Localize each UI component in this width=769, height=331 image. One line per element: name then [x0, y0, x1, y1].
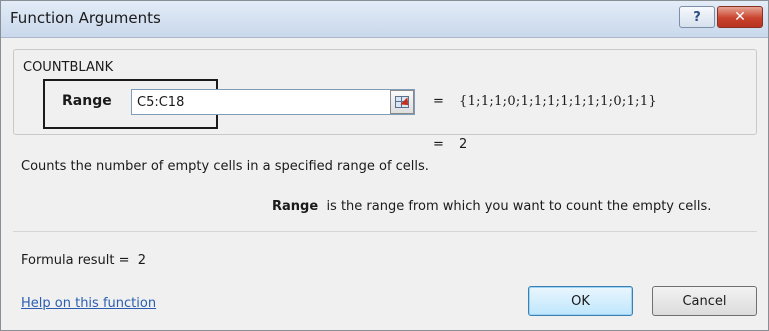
formula-result-label: Formula result = — [21, 253, 130, 268]
formula-result-value: 2 — [137, 253, 147, 268]
separator — [13, 231, 757, 232]
dialog-title: Function Arguments — [10, 9, 161, 27]
argument-description-text: is the range from which you want to coun… — [326, 199, 712, 214]
cancel-button[interactable]: Cancel — [652, 286, 757, 316]
close-icon: ✕ — [734, 9, 746, 25]
title-bar: Function Arguments ? ✕ — [1, 1, 768, 38]
close-button[interactable]: ✕ — [717, 6, 763, 28]
collapse-dialog-button[interactable] — [390, 90, 414, 114]
function-name: COUNTBLANK — [23, 60, 114, 75]
argument-equals: = — [433, 94, 444, 109]
ok-button[interactable]: OK — [528, 286, 633, 316]
help-icon: ? — [693, 9, 701, 25]
argument-description-name: Range — [272, 199, 319, 214]
help-on-function-link[interactable]: Help on this function — [21, 296, 156, 311]
argument-description: Range is the range from which you want t… — [272, 199, 711, 214]
result-equals: = — [433, 137, 444, 152]
function-result-value: 2 — [459, 137, 468, 152]
range-input[interactable] — [131, 89, 415, 115]
range-label: Range — [62, 93, 112, 109]
help-button[interactable]: ? — [679, 6, 715, 28]
function-arguments-dialog: Function Arguments ? ✕ COUNTBLANK Range … — [0, 0, 769, 331]
formula-result: Formula result = 2 — [21, 253, 146, 268]
function-description: Counts the number of empty cells in a sp… — [21, 159, 429, 174]
argument-evaluated-value: {1;1;1;0;1;1;1;1;1;1;1;0;1;1} — [459, 94, 657, 109]
